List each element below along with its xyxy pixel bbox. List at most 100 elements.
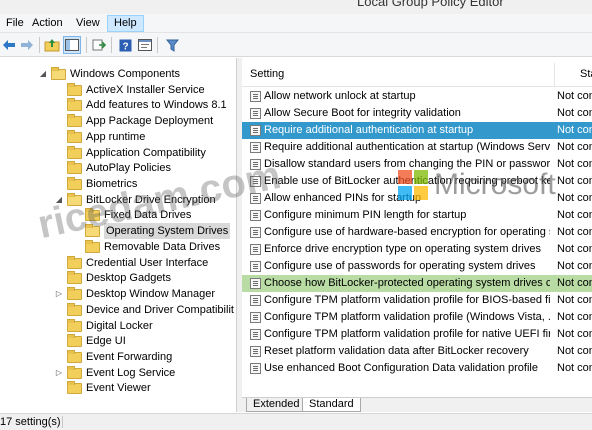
- setting-state: Not con: [557, 124, 592, 136]
- tree-item-removable-data-drives[interactable]: Removable Data Drives: [72, 239, 220, 255]
- tree-pane[interactable]: ◢ Windows Components ActiveX Installer S…: [0, 58, 237, 412]
- setting-row[interactable]: Configure TPM platform validation profil…: [242, 292, 592, 309]
- tree-item-bitlocker[interactable]: ◢ BitLocker Drive Encryption: [54, 192, 216, 208]
- folder-icon: [67, 380, 82, 394]
- show-hide-tree-icon[interactable]: [63, 36, 81, 54]
- column-header-setting[interactable]: Setting: [250, 68, 284, 80]
- tree-item-app-runtime[interactable]: App runtime: [54, 129, 145, 145]
- setting-row[interactable]: Reset platform validation data after Bit…: [242, 343, 592, 360]
- tree-item-event-log-service[interactable]: ▷ Event Log Service: [54, 365, 175, 381]
- setting-name: Configure TPM platform validation profil…: [264, 311, 550, 323]
- folder-icon: [67, 318, 82, 332]
- tree-item-application-compatibility[interactable]: Application Compatibility: [54, 145, 206, 161]
- column-divider[interactable]: [554, 63, 555, 87]
- filter-icon[interactable]: [163, 36, 181, 54]
- status-divider: [62, 416, 63, 428]
- collapse-icon[interactable]: ◢: [38, 66, 48, 82]
- tree-item-windows-components[interactable]: ◢ Windows Components: [38, 66, 180, 82]
- expand-icon[interactable]: ▷: [54, 365, 64, 381]
- setting-state: Not con: [557, 328, 592, 340]
- setting-row[interactable]: Enable use of BitLocker authentication r…: [242, 173, 592, 190]
- folder-icon: [67, 349, 82, 363]
- policy-setting-icon: [250, 91, 261, 102]
- folder-icon: [67, 255, 82, 269]
- setting-row[interactable]: Require additional authentication at sta…: [242, 122, 592, 139]
- tree-item-label: Fixed Data Drives: [104, 209, 192, 221]
- setting-name: Require additional authentication at sta…: [264, 124, 474, 136]
- setting-row[interactable]: Configure use of hardware-based encrypti…: [242, 224, 592, 241]
- export-list-icon[interactable]: [90, 36, 108, 54]
- tree-item-event-forwarding[interactable]: Event Forwarding: [54, 349, 172, 365]
- setting-row[interactable]: Allow network unlock at startup Not con: [242, 88, 592, 105]
- policy-setting-icon: [250, 346, 261, 357]
- menu-view[interactable]: View: [70, 15, 106, 32]
- column-header-state[interactable]: Sta: [580, 68, 592, 80]
- tree-item-operating-system-drives[interactable]: Operating System Drives: [72, 223, 231, 239]
- setting-name: Require additional authentication at sta…: [264, 141, 550, 153]
- help-icon[interactable]: ?: [116, 36, 134, 54]
- folder-icon: [67, 97, 82, 111]
- menu-action[interactable]: Action: [26, 15, 69, 32]
- tree-item-label: Digital Locker: [86, 320, 153, 332]
- tree-item-event-viewer[interactable]: Event Viewer: [54, 380, 151, 396]
- tree-item-label: Device and Driver Compatibilit: [86, 304, 234, 316]
- tree-item-biometrics[interactable]: Biometrics: [54, 176, 137, 192]
- tree-item-add-features[interactable]: Add features to Windows 8.1: [54, 97, 227, 113]
- tab-extended[interactable]: Extended: [246, 398, 307, 412]
- setting-row[interactable]: Allow enhanced PINs for startup Not con: [242, 190, 592, 207]
- title-bar: Local Group Policy Editor: [0, 0, 592, 14]
- tree-item-fixed-data-drives[interactable]: Fixed Data Drives: [72, 207, 191, 223]
- setting-name: Allow enhanced PINs for startup: [264, 192, 422, 204]
- folder-icon: [67, 333, 82, 347]
- expand-icon[interactable]: ▷: [54, 286, 64, 302]
- setting-row[interactable]: Allow Secure Boot for integrity validati…: [242, 105, 592, 122]
- tree-item-digital-locker[interactable]: Digital Locker: [54, 318, 153, 334]
- tree-item-label: Event Log Service: [86, 367, 176, 379]
- forward-arrow-icon[interactable]: [18, 36, 36, 54]
- setting-row[interactable]: Disallow standard users from changing th…: [242, 156, 592, 173]
- settings-list-pane[interactable]: Setting Sta Allow network unlock at star…: [242, 58, 592, 397]
- setting-row[interactable]: Choose how BitLocker-protected operating…: [242, 275, 592, 292]
- tree-item-desktop-gadgets[interactable]: Desktop Gadgets: [54, 270, 171, 286]
- tree-item-app-package-deployment[interactable]: App Package Deployment: [54, 113, 213, 129]
- window-title: Local Group Policy Editor: [357, 0, 504, 9]
- tree-item-device-driver-compat[interactable]: Device and Driver Compatibilit: [54, 302, 234, 318]
- setting-state: Not con: [557, 277, 592, 289]
- policy-setting-icon: [250, 329, 261, 340]
- tree-item-credential-ui[interactable]: Credential User Interface: [54, 255, 208, 271]
- policy-setting-icon: [250, 193, 261, 204]
- properties-icon[interactable]: [136, 36, 154, 54]
- setting-row[interactable]: Configure use of passwords for operating…: [242, 258, 592, 275]
- setting-row[interactable]: Configure TPM platform validation profil…: [242, 309, 592, 326]
- tree-item-desktop-window-manager[interactable]: ▷ Desktop Window Manager: [54, 286, 215, 302]
- tree-item-autoplay-policies[interactable]: AutoPlay Policies: [54, 160, 171, 176]
- status-text: 17 setting(s): [0, 416, 61, 428]
- collapse-icon[interactable]: ◢: [54, 192, 64, 208]
- tree-item-label: ActiveX Installer Service: [86, 84, 205, 96]
- up-folder-icon[interactable]: [43, 36, 61, 54]
- setting-row[interactable]: Configure minimum PIN length for startup…: [242, 207, 592, 224]
- folder-icon: [67, 176, 82, 190]
- setting-row[interactable]: Require additional authentication at sta…: [242, 139, 592, 156]
- setting-row[interactable]: Use enhanced Boot Configuration Data val…: [242, 360, 592, 377]
- policy-setting-icon: [250, 142, 261, 153]
- folder-icon: [67, 365, 82, 379]
- folder-icon: [67, 82, 82, 96]
- tree-item-label: Operating System Drives: [104, 223, 231, 239]
- setting-name: Configure use of hardware-based encrypti…: [264, 226, 550, 238]
- tree-item-activex-installer[interactable]: ActiveX Installer Service: [54, 82, 205, 98]
- folder-icon: [67, 160, 82, 174]
- setting-row[interactable]: Configure TPM platform validation profil…: [242, 326, 592, 343]
- tree-item-label: Add features to Windows 8.1: [86, 99, 227, 111]
- back-arrow-icon[interactable]: [0, 36, 18, 54]
- tree-item-edge-ui[interactable]: Edge UI: [54, 333, 126, 349]
- setting-row[interactable]: Enforce drive encryption type on operati…: [242, 241, 592, 258]
- policy-setting-icon: [250, 125, 261, 136]
- setting-name: Reset platform validation data after Bit…: [264, 345, 529, 357]
- policy-setting-icon: [250, 295, 261, 306]
- setting-state: Not con: [557, 294, 592, 306]
- tree-item-label: Desktop Window Manager: [86, 288, 216, 300]
- tab-standard[interactable]: Standard: [302, 398, 361, 412]
- setting-state: Not con: [557, 192, 592, 204]
- menu-help[interactable]: Help: [107, 15, 144, 32]
